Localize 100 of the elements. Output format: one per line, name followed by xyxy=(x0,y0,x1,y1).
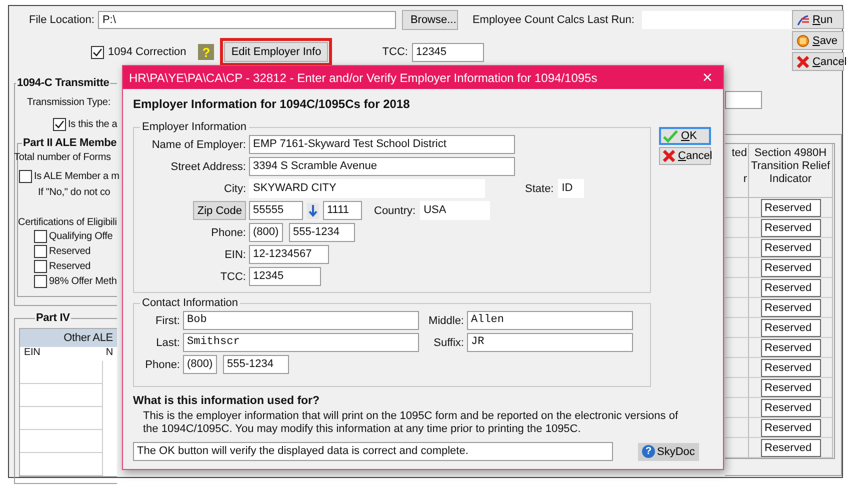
run-button[interactable]: Run xyxy=(792,10,844,29)
suffix-field[interactable]: JR xyxy=(467,333,633,352)
table-cell[interactable]: Reserved xyxy=(760,318,820,336)
zip-code-field[interactable]: 55555 xyxy=(249,201,303,220)
checkbox[interactable] xyxy=(53,118,66,131)
state-field[interactable]: ID xyxy=(558,179,584,198)
status-message: The OK button will verify the displayed data is correct and complete. xyxy=(133,442,613,461)
field-label: City: xyxy=(223,182,246,194)
table-cell[interactable]: Reserved xyxy=(760,358,820,376)
column-header: N xyxy=(106,347,113,360)
field-label: File Location: xyxy=(29,14,94,26)
note-text: If "No," do not co xyxy=(38,187,110,198)
checkbox-label: Reserved xyxy=(49,261,91,272)
checkbox[interactable] xyxy=(19,170,32,183)
checkbox-label: Qualifying Offe xyxy=(49,231,113,242)
field-label: Employee Count Calcs Last Run: xyxy=(472,14,634,26)
checkbox-label: 98% Offer Meth xyxy=(49,276,117,287)
table-cell[interactable]: Reserved xyxy=(760,398,820,416)
field-label: Street Address: xyxy=(170,160,246,172)
area-code-field[interactable]: (800) xyxy=(183,355,217,374)
column-header: Section 4980H Transition Relief Indicator xyxy=(749,144,833,198)
down-arrow-icon xyxy=(307,202,319,218)
close-button[interactable]: ✕ xyxy=(698,70,717,85)
middle-name-field[interactable]: Allen xyxy=(467,311,633,330)
group-title: Employer Information xyxy=(141,121,248,133)
tcc-field[interactable]: 12345 xyxy=(412,42,484,62)
table-cell[interactable]: Reserved xyxy=(760,198,820,216)
checkbox[interactable] xyxy=(91,46,104,58)
field-label: Phone: xyxy=(210,226,246,238)
checkbox[interactable] xyxy=(34,230,47,243)
close-icon xyxy=(662,149,676,163)
employer-name-field[interactable]: EMP 7161-Skyward Test School District xyxy=(249,135,515,154)
table-cell[interactable]: Reserved xyxy=(760,218,820,236)
table-cell[interactable]: Reserved xyxy=(760,278,820,296)
field-label: TCC: xyxy=(219,270,246,282)
table-cell[interactable]: Reserved xyxy=(760,338,820,356)
checkbox-label: Is ALE Member a m xyxy=(34,171,120,182)
group-title: Contact Information xyxy=(141,297,239,309)
table-header: Other ALE xyxy=(20,329,117,347)
field-label: EIN: xyxy=(224,248,246,260)
table-cell[interactable]: Reserved xyxy=(760,258,820,276)
field-label: Phone: xyxy=(144,358,180,370)
group-title: Part II ALE Membe xyxy=(22,137,118,149)
column-header: ted xyxy=(730,147,747,160)
field-label: Last: xyxy=(155,336,180,348)
checkbox-label: Reserved xyxy=(49,246,91,257)
checkbox-label: Is this the a xyxy=(68,119,118,130)
edit-employer-info-button[interactable]: Edit Employer Info xyxy=(224,42,328,62)
group-title: 1094-C Transmitte xyxy=(16,77,110,89)
table-cell[interactable]: Reserved xyxy=(760,298,820,316)
close-icon xyxy=(796,54,810,68)
zip-code-button[interactable]: Zip Code xyxy=(193,201,246,220)
country-field[interactable]: USA xyxy=(420,201,490,220)
table-cell[interactable]: Reserved xyxy=(760,418,820,436)
window-title: HR\PA\YE\PA\CA\CP - 32812 - Enter and/or Verify Employer Information for 1094/1095s xyxy=(129,70,598,84)
field-label: Middle: xyxy=(428,314,464,326)
field-label: Country: xyxy=(374,204,416,216)
zip-extension-field[interactable]: 1111 xyxy=(323,201,362,220)
calcs-last-run-field[interactable] xyxy=(642,11,792,29)
tcc-field[interactable]: 12345 xyxy=(249,267,321,286)
field-label: Transmission Type: xyxy=(27,97,110,108)
save-button[interactable]: Save xyxy=(792,31,844,50)
field-label: TCC: xyxy=(382,46,408,58)
field-label: Certifications of Eligibili xyxy=(18,217,117,228)
first-name-field[interactable]: Bob xyxy=(183,311,419,330)
column-header: EIN xyxy=(24,347,40,360)
cancel-button[interactable]: Cancel xyxy=(659,147,711,165)
phone-number-field[interactable]: 555-1234 xyxy=(223,355,289,374)
help-heading: What is this information used for? xyxy=(133,395,321,407)
ok-button[interactable]: OK xyxy=(659,127,711,145)
area-code-field[interactable]: (800) xyxy=(249,223,283,242)
city-field[interactable]: SKYWARD CITY xyxy=(249,179,485,198)
field-label: State: xyxy=(525,182,554,194)
table-cell[interactable]: Reserved xyxy=(760,378,820,396)
phone-number-field[interactable]: 555-1234 xyxy=(289,223,355,242)
skydoc-button[interactable]: ? SkyDoc xyxy=(638,442,699,460)
checkbox[interactable] xyxy=(34,275,47,288)
checkmark-icon xyxy=(663,129,679,143)
field-label: First: xyxy=(154,314,180,326)
table-cell[interactable]: Reserved xyxy=(760,438,820,456)
table-cell[interactable]: Reserved xyxy=(760,238,820,256)
checkbox[interactable] xyxy=(34,260,47,273)
browse-button[interactable]: Browse... xyxy=(402,10,458,30)
help-icon: ? xyxy=(642,445,655,458)
column-header: r xyxy=(742,173,747,186)
field-label: Name of Employer: xyxy=(150,138,246,150)
last-name-field[interactable]: Smithscr xyxy=(183,333,419,352)
file-location-field[interactable]: P:\ xyxy=(98,11,396,29)
group-title: Part IV xyxy=(35,312,71,324)
field-label: Suffix: xyxy=(432,336,464,348)
help-text: This is the employer information that will print on the 1095C form and be reported on the electronic versions of the 1094C/1095C. You may modify this information at any time prior to printing the 1095C. xyxy=(143,410,679,436)
transmission-type-field[interactable] xyxy=(725,91,762,109)
field-label: Total number of Forms xyxy=(14,152,111,163)
ein-field[interactable]: 12-1234567 xyxy=(249,245,329,264)
cancel-button[interactable]: Cancel xyxy=(792,52,844,71)
street-address-field[interactable]: 3394 S Scramble Avenue xyxy=(249,157,515,176)
run-icon xyxy=(796,12,810,26)
checkbox-label: 1094 Correction xyxy=(108,46,186,58)
dialog-heading: Employer Information for 1094C/1095Cs for 2018 xyxy=(133,97,411,111)
checkbox[interactable] xyxy=(34,245,47,258)
